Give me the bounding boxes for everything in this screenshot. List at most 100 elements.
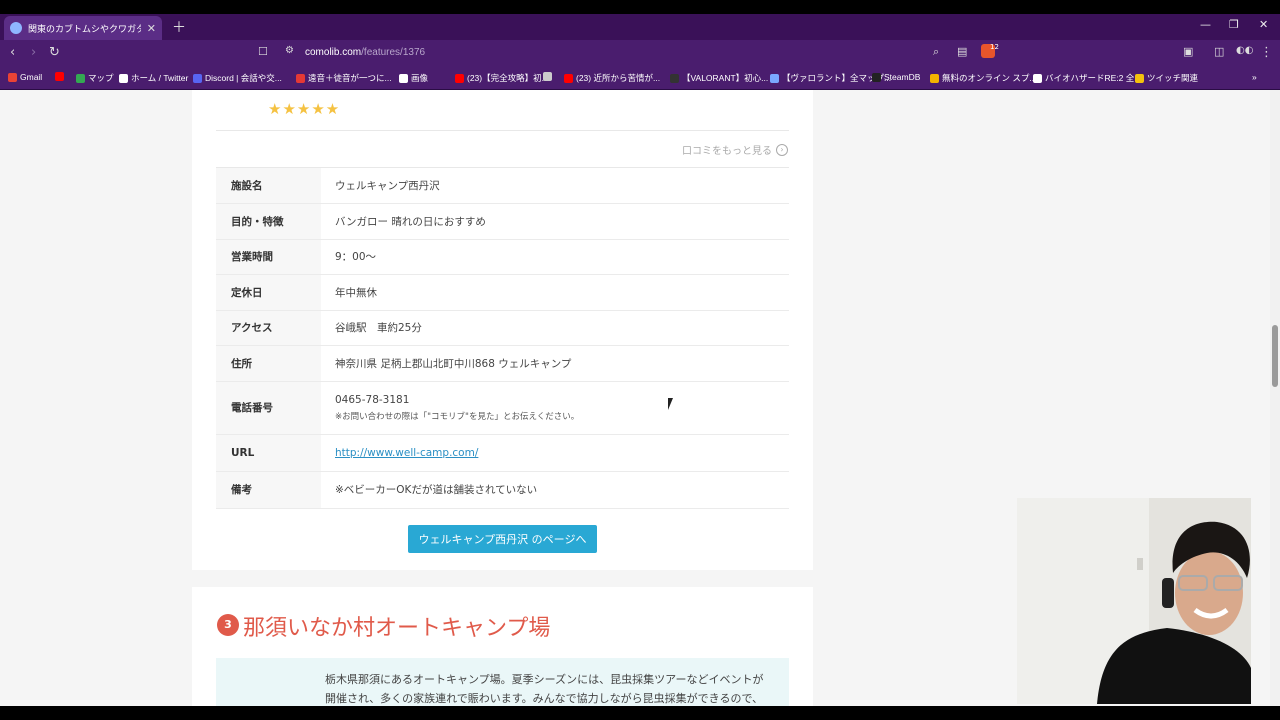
table-row: 電話番号 0465-78-3181 ※お問い合わせの際は「"コモリブ"を見た」と… [216,381,789,435]
url-path: /features/1376 [361,47,426,58]
bookmark-favicon-icon [119,73,128,83]
reload-icon[interactable]: ↻ [49,45,60,60]
row-value: 谷峨駅 車約25分 [321,310,789,346]
row-value: 神奈川県 足柄上郡山北町中川868 ウェルキャンプ [321,345,789,382]
sidebar-icon[interactable]: ◫ [1214,45,1224,58]
webcam-overlay [1017,498,1251,704]
row-key: アクセス [216,310,321,346]
mouse-cursor-icon [668,398,678,410]
bookmark-label: Discord | 会話や交... [205,73,282,83]
bookmark-item[interactable]: マップ [76,72,114,84]
bookmark-item[interactable] [55,72,67,81]
more-reviews-label: 口コミをもっと見る [682,146,772,157]
active-tab[interactable]: 関東のカブトムシやクワガタがとれる ✕ [4,16,162,40]
profile-icon[interactable]: ◐◐ [1236,45,1253,56]
table-row: 営業時間 9：00〜 [216,239,789,275]
table-row: 住所 神奈川県 足柄上郡山北町中川868 ウェルキャンプ [216,345,789,382]
wallet-icon[interactable]: ▣ [1183,45,1193,58]
bookmarks-bar: Gmail マップ ホーム / Twitter Discord | 会話や交... 遠音… [0,66,1280,90]
reader-icon[interactable]: ▤ [957,45,967,58]
close-tab-icon[interactable]: ✕ [147,22,156,35]
row-value: バンガロー 晴れの日におすすめ [321,203,789,240]
bookmark-favicon-icon [399,73,408,83]
row-value: 年中無休 [321,274,789,311]
section-title: 那須いなか村オートキャンプ場 [243,616,551,641]
bookmark-item[interactable]: SteamDB [872,72,920,82]
facility-info-table: 施設名 ウェルキャンプ西丹沢 目的・特徴 バンガロー 晴れの日におすすめ 営業時間 9：… [216,168,789,509]
bookmark-label: 画像 [411,73,429,83]
row-key: 目的・特徴 [216,203,321,240]
bookmark-favicon-icon [296,73,305,83]
bookmark-item[interactable] [543,72,555,81]
row-key: URL [216,434,321,472]
page-scrollbar[interactable] [1270,90,1280,706]
bookmark-label: バイオハザードRE:2 全... [1045,73,1142,83]
back-icon[interactable]: ‹ [10,45,15,60]
bookmark-label: SteamDB [884,72,921,82]
row-key: 営業時間 [216,239,321,275]
bookmark-item[interactable]: (23)【完全攻略】初... [455,72,549,84]
bookmark-item[interactable]: 遠音＋徒音が一つに... [296,72,392,84]
bookmark-favicon-icon [930,73,939,83]
url-field[interactable]: comolib.com/features/1376 [305,47,425,58]
bookmark-favicon-icon [872,72,881,82]
site-info-icon[interactable]: ⚙ [285,45,294,56]
bookmark-label: (23)【完全攻略】初... [467,73,549,83]
bookmark-item[interactable]: (23) 近所から苦情が... [564,72,660,84]
menu-icon[interactable]: ⋮ [1260,45,1273,60]
row-key: 住所 [216,345,321,382]
table-row: アクセス 谷峨駅 車約25分 [216,310,789,346]
forward-icon[interactable]: › [31,45,36,60]
bookmark-item[interactable]: 【VALORANT】初心... [670,72,768,84]
bookmark-favicon-icon [670,73,679,83]
bookmark-favicon-icon [76,73,85,83]
address-bar: ‹ › ↻ ☐ ⚙ comolib.com/features/1376 ⌕ ▤ … [0,40,1280,66]
bookmark-item[interactable]: Discord | 会話や交... [193,72,282,84]
tab-title: 関東のカブトムシやクワガタがとれる [28,23,141,34]
close-window-icon[interactable]: ✕ [1259,18,1268,31]
chevron-right-icon: › [776,143,788,156]
bookmark-item[interactable]: 画像 [399,72,428,84]
table-row: URL http://www.well-camp.com/ [216,434,789,472]
new-tab-icon[interactable]: ＋ [172,17,186,37]
zoom-icon[interactable]: ⌕ [933,45,939,59]
table-row: 施設名 ウェルキャンプ西丹沢 [216,168,789,204]
bookmark-item[interactable]: 無料のオンライン スプ... [930,72,1036,84]
bookmark-item[interactable]: ツイッチ関連 [1135,72,1198,84]
more-reviews-link[interactable]: 口コミをもっと見る › [682,142,788,157]
row-value: ※ベビーカーOKだが道は舗装されていない [321,471,789,509]
webcam-person-image [1017,498,1251,704]
facility-page-button[interactable]: ウェルキャンプ西丹沢 のページへ [408,525,597,553]
more-bookmarks-icon[interactable]: » [1252,72,1257,82]
section-description: 栃木県那須にあるオートキャンプ場。夏季シーズンには、昆虫採集ツアーなどイベントが… [216,658,789,706]
bookmark-item[interactable]: ホーム / Twitter [119,72,188,84]
row-value: http://www.well-camp.com/ [321,434,789,472]
bookmark-favicon-icon [1033,73,1042,83]
bookmark-favicon-icon [564,73,573,83]
bookmark-icon[interactable]: ☐ [258,45,268,58]
table-row: 定休日 年中無休 [216,274,789,311]
bookmark-favicon-icon [770,73,779,83]
bookmark-label: マップ [88,73,114,83]
restore-icon[interactable]: ❐ [1229,18,1239,31]
bottom-black-bar [0,706,1280,720]
bookmark-label: Gmail [20,72,43,82]
scrollbar-thumb[interactable] [1272,325,1278,387]
rating-stars: ★★★★★ [268,100,341,118]
bookmark-item[interactable]: Gmail [8,72,42,82]
table-row: 備考 ※ベビーカーOKだが道は舗装されていない [216,471,789,509]
row-key: 電話番号 [216,381,321,435]
table-row: 目的・特徴 バンガロー 晴れの日におすすめ [216,203,789,240]
bookmark-favicon-icon [193,73,202,83]
row-key: 備考 [216,471,321,509]
bookmark-item[interactable]: バイオハザードRE:2 全... [1033,72,1141,84]
row-key: 定休日 [216,274,321,311]
section-number-badge: 3 [217,614,239,636]
shield-count: 12 [990,43,999,51]
website-link[interactable]: http://www.well-camp.com/ [335,447,478,459]
row-value: ウェルキャンプ西丹沢 [321,168,789,204]
bookmark-favicon-icon [55,72,64,81]
bookmark-label: (23) 近所から苦情が... [576,73,661,83]
row-value: 9：00〜 [321,239,789,275]
minimize-icon[interactable]: — [1200,18,1211,31]
